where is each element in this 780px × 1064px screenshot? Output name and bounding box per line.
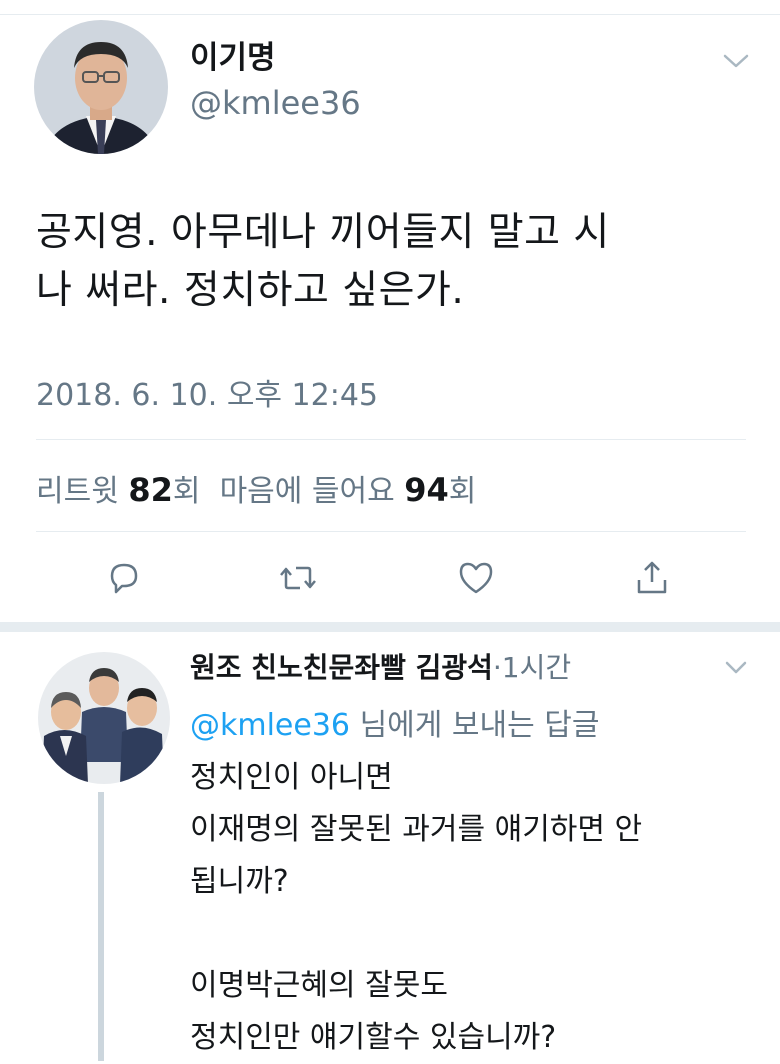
divider	[36, 531, 746, 532]
top-border	[0, 0, 780, 15]
replying-to: @kmlee36 님에게 보내는 답글	[190, 700, 599, 744]
author-display-name[interactable]: 이기명	[190, 32, 276, 77]
reply-text-line	[190, 908, 750, 960]
reply-time[interactable]: ·1시간	[493, 651, 571, 684]
like-stat[interactable]: 마음에 들어요 94회	[219, 471, 477, 509]
tweet-text-line: 나 써라. 정치하고 싶은가.	[36, 268, 465, 313]
share-icon[interactable]	[630, 556, 674, 600]
replying-mention-link[interactable]: @kmlee36	[190, 708, 350, 743]
tweet-stats: 리트윗 82회 마음에 들어요 94회	[36, 466, 476, 510]
reply-text-line: 됩니까?	[190, 864, 289, 899]
retweet-unit: 회	[172, 474, 201, 509]
section-separator	[0, 622, 780, 632]
retweet-icon[interactable]	[276, 556, 320, 600]
reply-text-line: 정치인이 아니면	[190, 760, 393, 795]
like-unit: 회	[448, 474, 477, 509]
tweet-text-line: 공지영. 아무데나 끼어들지 말고 시	[36, 210, 610, 255]
reply-text-line: 정치인만 얘기할수 있습니까?	[190, 1020, 557, 1055]
retweet-label: 리트윗	[36, 474, 119, 509]
author-avatar[interactable]	[34, 20, 168, 154]
chevron-down-icon[interactable]	[722, 52, 750, 70]
divider	[36, 439, 746, 440]
author-handle[interactable]: @kmlee36	[190, 84, 361, 122]
tweet-timestamp[interactable]: 2018. 6. 10. 오후 12:45	[36, 370, 378, 414]
like-count: 94	[404, 471, 449, 509]
reply-text-line: 이재명의 잘못된 과거를 얘기하면 안	[190, 812, 643, 847]
reply-author-avatar[interactable]	[38, 652, 170, 784]
retweet-count: 82	[128, 471, 173, 509]
reply-author-name[interactable]: 원조 친노친문좌빨 김광석	[190, 651, 493, 684]
reply-text-line: 이명박근혜의 잘못도	[190, 968, 448, 1003]
reply-header: 원조 친노친문좌빨 김광석·1시간	[190, 646, 571, 686]
chevron-down-icon[interactable]	[724, 660, 748, 676]
like-label: 마음에 들어요	[219, 474, 395, 509]
reply-icon[interactable]	[102, 556, 146, 600]
replying-suffix: 님에게 보내는 답글	[350, 708, 600, 743]
tweet-text: 공지영. 아무데나 끼어들지 말고 시 나 써라. 정치하고 싶은가.	[36, 204, 756, 320]
reply-text: 정치인이 아니면 이재명의 잘못된 과거를 얘기하면 안 됩니까? 이명박근혜의…	[190, 752, 750, 1064]
thread-line	[98, 792, 104, 1061]
retweet-stat[interactable]: 리트윗 82회	[36, 471, 201, 509]
like-icon[interactable]	[454, 556, 498, 600]
